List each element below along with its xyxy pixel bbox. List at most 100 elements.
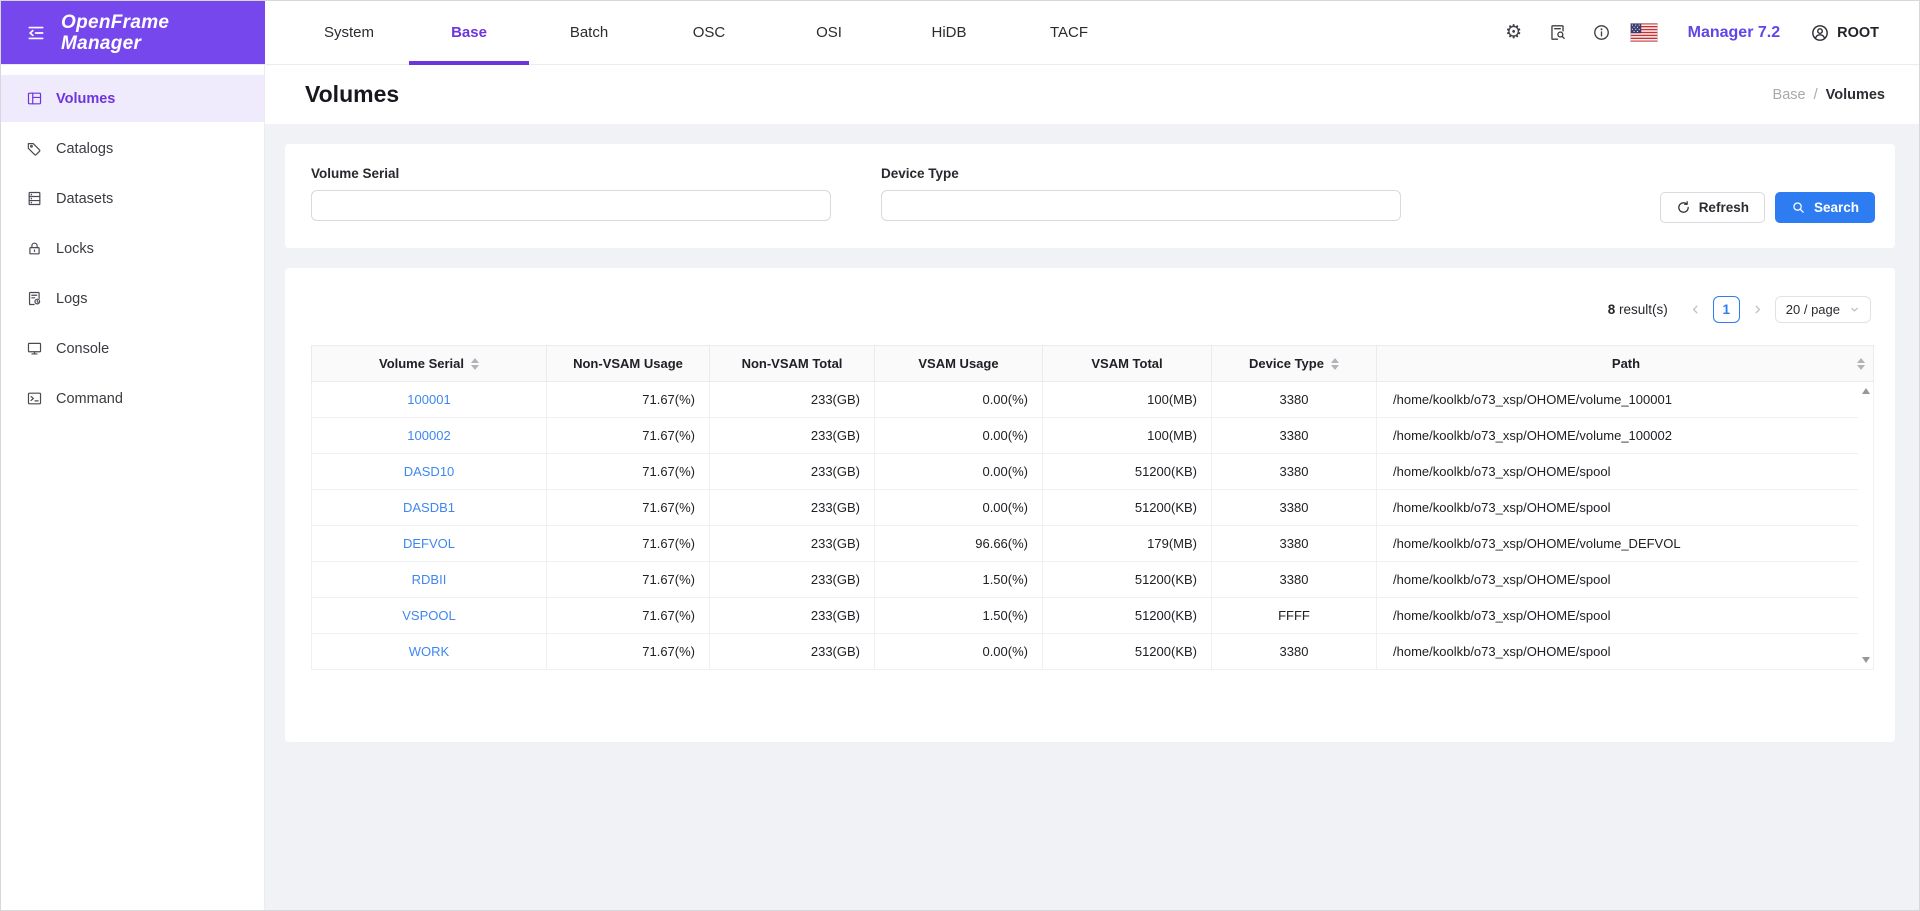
cell-non-vsam-total: 233(GB) bbox=[710, 454, 875, 489]
tab-batch[interactable]: Batch bbox=[529, 1, 649, 64]
column-header-device-type[interactable]: Device Type bbox=[1212, 346, 1377, 381]
next-page-button[interactable] bbox=[1749, 303, 1766, 316]
sidebar-item-label: Command bbox=[56, 390, 123, 407]
column-label: Path bbox=[1611, 356, 1641, 371]
volume-serial-link[interactable]: DASDB1 bbox=[403, 500, 455, 515]
cell-device-type: 3380 bbox=[1212, 634, 1377, 669]
sidebar-item-datasets[interactable]: Datasets bbox=[1, 175, 264, 222]
sidebar-item-logs[interactable]: Logs bbox=[1, 275, 264, 322]
column-header-non-vsam-total: Non-VSAM Total bbox=[710, 346, 875, 381]
tab-hidb[interactable]: HiDB bbox=[889, 1, 1009, 64]
volume-serial-link[interactable]: RDBII bbox=[412, 572, 447, 587]
audit-search-icon[interactable] bbox=[1536, 23, 1580, 42]
cell-non-vsam-usage: 71.67(%) bbox=[547, 598, 710, 633]
scroll-down-arrow[interactable] bbox=[1861, 657, 1870, 663]
sidebar-item-label: Logs bbox=[56, 290, 88, 307]
tab-base[interactable]: Base bbox=[409, 1, 529, 65]
volume-serial-link[interactable]: VSPOOL bbox=[402, 608, 455, 623]
volume-serial-field: Volume Serial bbox=[311, 166, 831, 248]
prev-page-button[interactable] bbox=[1687, 303, 1704, 316]
volume-serial-link[interactable]: 100001 bbox=[407, 392, 450, 407]
column-header-vsam-total: VSAM Total bbox=[1043, 346, 1212, 381]
volume-serial-label: Volume Serial bbox=[311, 166, 400, 181]
command-icon bbox=[26, 390, 43, 407]
tab-system[interactable]: System bbox=[289, 1, 409, 64]
datasets-icon bbox=[26, 190, 43, 207]
table-row: DASD10 71.67(%) 233(GB) 0.00(%) 51200(KB) 338… bbox=[311, 454, 1859, 490]
volume-serial-link[interactable]: DASD10 bbox=[404, 464, 455, 479]
cell-volume-serial: DASD10 bbox=[312, 454, 547, 489]
settings-icon[interactable]: ⚙ bbox=[1492, 23, 1536, 42]
cell-vsam-usage: 0.00(%) bbox=[875, 454, 1043, 489]
sidebar-item-command[interactable]: Command bbox=[1, 375, 264, 422]
volume-serial-link[interactable]: WORK bbox=[409, 644, 449, 659]
sidebar-item-console[interactable]: Console bbox=[1, 325, 264, 372]
volume-serial-link[interactable]: DEFVOL bbox=[403, 536, 455, 551]
brand-logo: OpenFrame Manager bbox=[1, 1, 265, 64]
tab-tacf[interactable]: TACF bbox=[1009, 1, 1129, 64]
cell-non-vsam-total: 233(GB) bbox=[710, 382, 875, 417]
sidebar-item-locks[interactable]: Locks bbox=[1, 225, 264, 272]
openframe-manager-app: OpenFrame Manager System Base Batch OSC OSI H… bbox=[0, 0, 1920, 911]
sidebar-item-label: Volumes bbox=[56, 90, 116, 107]
table-scrollbar[interactable] bbox=[1858, 382, 1874, 670]
cell-path: /home/koolkb/o73_xsp/OHOME/volume_DEFVOL bbox=[1377, 526, 1859, 561]
volume-serial-link[interactable]: 100002 bbox=[407, 428, 450, 443]
column-header-path[interactable]: Path bbox=[1377, 346, 1875, 381]
cell-vsam-total: 179(MB) bbox=[1043, 526, 1212, 561]
sort-icon[interactable] bbox=[1330, 357, 1339, 370]
cell-volume-serial: RDBII bbox=[312, 562, 547, 597]
sort-icon[interactable] bbox=[1857, 357, 1865, 370]
sidebar-item-label: Datasets bbox=[56, 190, 114, 207]
breadcrumb-parent[interactable]: Base bbox=[1773, 87, 1806, 103]
column-label: Device Type bbox=[1249, 356, 1324, 371]
refresh-icon bbox=[1677, 201, 1689, 213]
cell-vsam-usage: 0.00(%) bbox=[875, 490, 1043, 525]
main-area: Volumes Base / Volumes Volume Serial Dev… bbox=[265, 65, 1919, 910]
table-row: 100002 71.67(%) 233(GB) 0.00(%) 100(MB) 3380/… bbox=[311, 418, 1859, 454]
user-icon bbox=[1812, 24, 1828, 41]
cell-vsam-usage: 0.00(%) bbox=[875, 382, 1043, 417]
device-type-input[interactable] bbox=[881, 190, 1401, 221]
cell-non-vsam-total: 233(GB) bbox=[710, 562, 875, 597]
cell-vsam-usage: 1.50(%) bbox=[875, 598, 1043, 633]
tab-osi[interactable]: OSI bbox=[769, 1, 889, 64]
volume-serial-input[interactable] bbox=[311, 190, 831, 221]
info-icon[interactable] bbox=[1580, 23, 1624, 42]
cell-vsam-usage: 0.00(%) bbox=[875, 634, 1043, 669]
scroll-up-arrow[interactable] bbox=[1861, 388, 1870, 394]
page-size-select[interactable]: 20 / page bbox=[1774, 296, 1871, 323]
us-flag-icon[interactable] bbox=[1629, 23, 1658, 42]
cell-path: /home/koolkb/o73_xsp/OHOME/spool bbox=[1377, 454, 1859, 489]
tab-osc[interactable]: OSC bbox=[649, 1, 769, 64]
device-type-field: Device Type bbox=[881, 166, 1401, 248]
cell-device-type: 3380 bbox=[1212, 562, 1377, 597]
sidebar-item-label: Locks bbox=[56, 240, 94, 257]
column-header-volume-serial[interactable]: Volume Serial bbox=[312, 346, 547, 381]
page-content: Volume Serial Device Type Refresh Search… bbox=[265, 124, 1919, 742]
cell-vsam-total: 51200(KB) bbox=[1043, 490, 1212, 525]
cell-vsam-usage: 0.00(%) bbox=[875, 418, 1043, 453]
page-number-1[interactable]: 1 bbox=[1712, 296, 1740, 323]
sidebar-item-catalogs[interactable]: Catalogs bbox=[1, 125, 264, 172]
table-row: DEFVOL 71.67(%) 233(GB) 96.66(%) 179(MB) 3380… bbox=[311, 526, 1859, 562]
breadcrumb-separator: / bbox=[1813, 86, 1818, 103]
page-header: Volumes Base / Volumes bbox=[265, 65, 1919, 124]
search-button[interactable]: Search bbox=[1774, 192, 1875, 223]
cell-path: /home/koolkb/o73_xsp/OHOME/spool bbox=[1377, 634, 1859, 669]
menu-fold-icon[interactable] bbox=[26, 23, 46, 43]
page-title: Volumes bbox=[305, 81, 400, 107]
refresh-button[interactable]: Refresh bbox=[1659, 192, 1765, 223]
header-actions: ⚙ Manager 7.2 ROOT bbox=[1492, 1, 1919, 64]
device-type-label: Device Type bbox=[881, 166, 959, 181]
table-row: WORK 71.67(%) 233(GB) 0.00(%) 51200(KB) 3380/… bbox=[311, 634, 1859, 670]
cell-path: /home/koolkb/o73_xsp/OHOME/spool bbox=[1377, 490, 1859, 525]
cell-volume-serial: DEFVOL bbox=[312, 526, 547, 561]
cell-device-type: FFFF bbox=[1212, 598, 1377, 633]
cell-non-vsam-usage: 71.67(%) bbox=[547, 418, 710, 453]
user-menu[interactable]: ROOT bbox=[1810, 23, 1879, 43]
sort-icon[interactable] bbox=[471, 357, 479, 370]
results-card: 8 result(s) 1 20 / page Volume Serial Non… bbox=[285, 268, 1895, 742]
cell-non-vsam-usage: 71.67(%) bbox=[547, 382, 710, 417]
sidebar-item-volumes[interactable]: Volumes bbox=[1, 75, 264, 122]
